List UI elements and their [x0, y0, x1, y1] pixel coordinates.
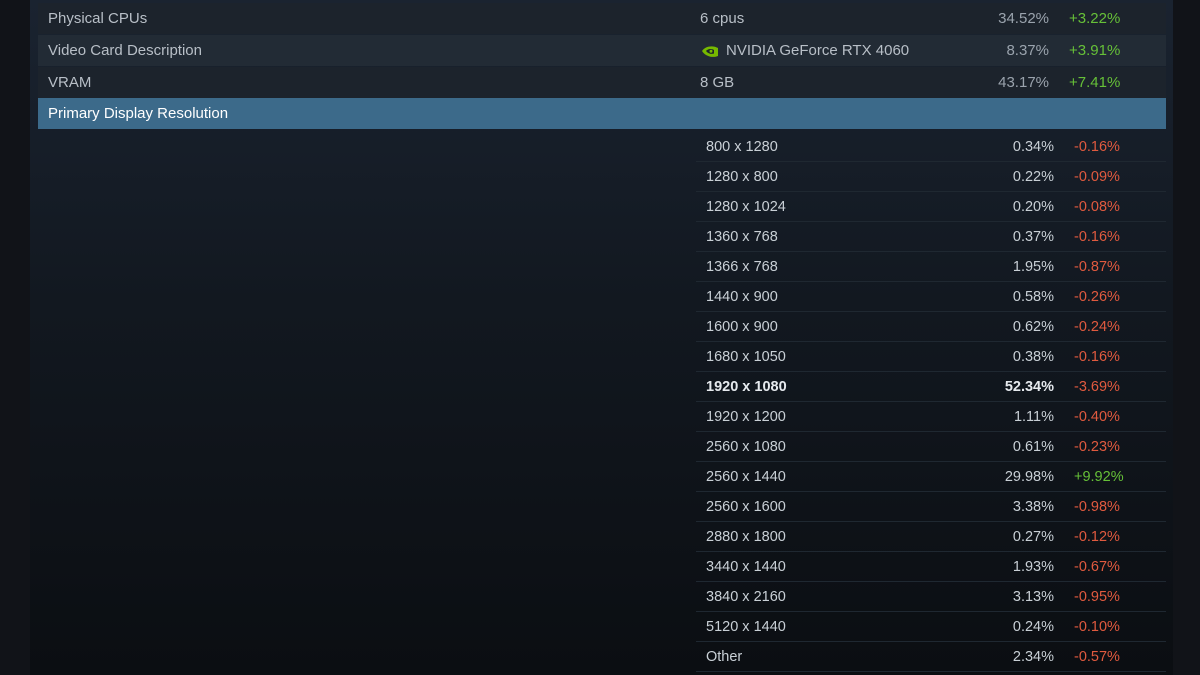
- resolution-percent: 0.20%: [1012, 199, 1054, 215]
- stat-row-vram: VRAM 8 GB 43.17% +7.41%: [38, 67, 1166, 98]
- resolution-change: -0.24%: [1074, 319, 1120, 335]
- resolution-row: 1680 x 1050 0.38% -0.16%: [696, 342, 1166, 372]
- resolution-percent: 2.34%: [1012, 649, 1054, 665]
- resolution-name: 5120 x 1440: [706, 619, 786, 635]
- stat-row-video-card: Video Card Description NVIDIA GeForce RT…: [38, 35, 1166, 66]
- stat-value: NVIDIA GeForce RTX 4060: [726, 42, 910, 59]
- stat-change: +3.91%: [1069, 42, 1121, 59]
- resolution-row: 2560 x 1080 0.61% -0.23%: [696, 432, 1166, 462]
- stat-label: Physical CPUs: [48, 10, 148, 27]
- resolution-row: 2560 x 1600 3.38% -0.98%: [696, 492, 1166, 522]
- screen: Physical CPUs 6 cpus 34.52% +3.22% Video…: [0, 0, 1200, 675]
- resolution-percent: 3.38%: [1012, 499, 1054, 515]
- resolution-row: 1360 x 768 0.37% -0.16%: [696, 222, 1166, 252]
- resolution-percent: 0.58%: [1012, 289, 1054, 305]
- resolution-row: 1366 x 768 1.95% -0.87%: [696, 252, 1166, 282]
- stat-percent: 8.37%: [1006, 42, 1049, 59]
- resolution-row: 1440 x 900 0.58% -0.26%: [696, 282, 1166, 312]
- resolution-percent: 0.34%: [1012, 139, 1054, 155]
- resolution-percent: 0.62%: [1012, 319, 1054, 335]
- resolution-row: 1280 x 800 0.22% -0.09%: [696, 162, 1166, 192]
- resolution-change: +9.92%: [1074, 469, 1124, 485]
- resolution-name: 1920 x 1080: [706, 379, 787, 395]
- resolution-name: 1600 x 900: [706, 319, 778, 335]
- resolution-row: 800 x 1280 0.34% -0.16%: [696, 132, 1166, 162]
- resolution-percent: 3.13%: [1012, 589, 1054, 605]
- resolution-name: 2560 x 1600: [706, 499, 786, 515]
- resolution-list: 800 x 1280 0.34% -0.16% 1280 x 800 0.22% -0.0…: [696, 132, 1166, 672]
- resolution-change: -0.26%: [1074, 289, 1120, 305]
- resolution-change: -0.40%: [1074, 409, 1120, 425]
- resolution-row: 5120 x 1440 0.24% -0.10%: [696, 612, 1166, 642]
- stat-label: Video Card Description: [48, 42, 202, 59]
- resolution-change: -0.98%: [1074, 499, 1120, 515]
- resolution-change: -3.69%: [1074, 379, 1120, 395]
- resolution-percent: 0.24%: [1012, 619, 1054, 635]
- stat-row-physical-cpus: Physical CPUs 6 cpus 34.52% +3.22%: [38, 3, 1166, 34]
- resolution-name: 1280 x 800: [706, 169, 778, 185]
- resolution-percent: 0.27%: [1012, 529, 1054, 545]
- resolution-name: 1360 x 768: [706, 229, 778, 245]
- resolution-change: -0.57%: [1074, 649, 1120, 665]
- resolution-name: Other: [706, 649, 743, 665]
- resolution-name: 2560 x 1080: [706, 439, 786, 455]
- resolution-percent: 1.11%: [1013, 409, 1054, 425]
- resolution-name: 1440 x 900: [706, 289, 778, 305]
- resolution-change: -0.10%: [1074, 619, 1120, 635]
- resolution-row: 3840 x 2160 3.13% -0.95%: [696, 582, 1166, 612]
- resolution-row: Other 2.34% -0.57%: [696, 642, 1166, 672]
- stat-value: 6 cpus: [700, 10, 745, 27]
- resolution-percent: 0.37%: [1012, 229, 1054, 245]
- stat-label: VRAM: [48, 74, 92, 91]
- resolution-change: -0.67%: [1074, 559, 1120, 575]
- resolution-row: 2560 x 1440 29.98% +9.92%: [696, 462, 1166, 492]
- resolution-name: 1366 x 768: [706, 259, 778, 275]
- resolution-name: 2560 x 1440: [706, 469, 786, 485]
- resolution-change: -0.87%: [1074, 259, 1120, 275]
- resolution-name: 2880 x 1800: [706, 529, 786, 545]
- stat-change: +7.41%: [1069, 74, 1121, 91]
- resolution-name: 1920 x 1200: [706, 409, 786, 425]
- resolution-percent: 52.34%: [1004, 379, 1054, 395]
- resolution-row: 3440 x 1440 1.93% -0.67%: [696, 552, 1166, 582]
- resolution-percent: 0.22%: [1012, 169, 1054, 185]
- resolution-percent: 1.93%: [1012, 559, 1054, 575]
- resolution-change: -0.23%: [1074, 439, 1120, 455]
- resolution-percent: 0.61%: [1012, 439, 1054, 455]
- section-header-resolution[interactable]: Primary Display Resolution: [38, 98, 1166, 129]
- resolution-percent: 29.98%: [1004, 469, 1054, 485]
- section-title: Primary Display Resolution: [48, 105, 229, 122]
- resolution-name: 3840 x 2160: [706, 589, 786, 605]
- resolution-name: 1680 x 1050: [706, 349, 786, 365]
- resolution-change: -0.08%: [1074, 199, 1120, 215]
- resolution-row: 1920 x 1080 52.34% -3.69%: [696, 372, 1166, 402]
- resolution-row: 2880 x 1800 0.27% -0.12%: [696, 522, 1166, 552]
- resolution-change: -0.16%: [1074, 229, 1120, 245]
- resolution-change: -0.16%: [1074, 349, 1120, 365]
- stat-value: 8 GB: [700, 74, 735, 91]
- resolution-name: 3440 x 1440: [706, 559, 786, 575]
- resolution-change: -0.95%: [1074, 589, 1120, 605]
- resolution-name: 1280 x 1024: [706, 199, 786, 215]
- stat-value-wrap: NVIDIA GeForce RTX 4060: [700, 42, 909, 59]
- resolution-row: 1920 x 1200 1.11% -0.40%: [696, 402, 1166, 432]
- stat-percent: 43.17%: [998, 74, 1049, 91]
- resolution-percent: 0.38%: [1012, 349, 1054, 365]
- stat-change: +3.22%: [1069, 10, 1121, 27]
- stat-percent: 34.52%: [998, 10, 1049, 27]
- resolution-row: 1280 x 1024 0.20% -0.08%: [696, 192, 1166, 222]
- resolution-percent: 1.95%: [1012, 259, 1054, 275]
- resolution-change: -0.09%: [1074, 169, 1120, 185]
- resolution-change: -0.12%: [1074, 529, 1120, 545]
- resolution-row: 1600 x 900 0.62% -0.24%: [696, 312, 1166, 342]
- resolution-name: 800 x 1280: [706, 139, 778, 155]
- nvidia-icon: [702, 45, 718, 57]
- resolution-change: -0.16%: [1074, 139, 1120, 155]
